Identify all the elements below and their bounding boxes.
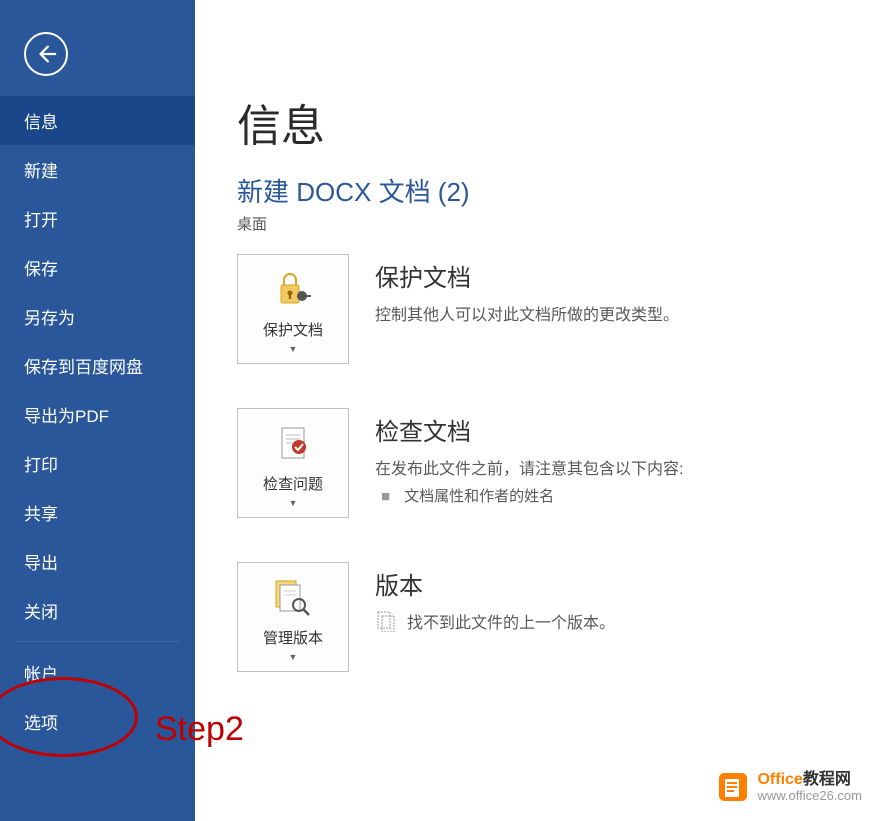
- section-title: 保护文档: [375, 258, 882, 293]
- section-list-item: ■ 文档属性和作者的姓名: [375, 485, 882, 506]
- sidebar-item-new[interactable]: 新建: [0, 145, 195, 194]
- doc-location: 桌面: [237, 213, 882, 234]
- back-button[interactable]: [24, 32, 68, 76]
- protect-document-button[interactable]: 保护文档 ▼: [237, 254, 349, 364]
- sidebar-label: 帐户: [24, 665, 58, 684]
- annotation-text: Step2: [155, 710, 244, 749]
- sidebar-item-close[interactable]: 关闭: [0, 586, 195, 635]
- chevron-down-icon: ▼: [289, 652, 298, 662]
- document-icon: [375, 610, 397, 632]
- inspect-icon: [273, 419, 313, 467]
- section-title: 检查文档: [375, 412, 882, 447]
- version-desc: 找不到此文件的上一个版本。: [407, 609, 615, 633]
- watermark-icon: [715, 769, 751, 805]
- sidebar-label: 选项: [24, 714, 58, 733]
- sidebar-item-saveas[interactable]: 另存为: [0, 292, 195, 341]
- list-text: 文档属性和作者的姓名: [404, 488, 554, 505]
- version-row: 找不到此文件的上一个版本。: [375, 609, 882, 633]
- sidebar-item-pdf[interactable]: 导出为PDF: [0, 390, 195, 439]
- section-desc: 在发布此文件之前，请注意其包含以下内容:: [375, 455, 882, 479]
- lock-icon: [273, 265, 313, 313]
- section-content: 检查文档 在发布此文件之前，请注意其包含以下内容: ■ 文档属性和作者的姓名: [375, 408, 882, 506]
- watermark: Office教程网 www.office26.com: [715, 769, 862, 805]
- section-title: 版本: [375, 566, 882, 601]
- protect-section: 保护文档 ▼ 保护文档 控制其他人可以对此文档所做的更改类型。: [237, 254, 882, 364]
- sidebar-label: 打开: [24, 211, 58, 230]
- section-content: 版本 找不到此文件的上一个版本。: [375, 562, 882, 633]
- versions-section: 管理版本 ▼ 版本 找不到此文件的上一个版本。: [237, 562, 882, 672]
- sidebar-label: 打印: [24, 456, 58, 475]
- sidebar-item-share[interactable]: 共享: [0, 488, 195, 537]
- sidebar-label: 导出: [24, 554, 58, 573]
- back-arrow-icon: [35, 43, 57, 65]
- page-title: 信息: [237, 90, 882, 154]
- sidebar-label: 保存到百度网盘: [24, 358, 143, 377]
- sidebar-label: 另存为: [24, 309, 75, 328]
- sidebar-label: 新建: [24, 162, 58, 181]
- manage-versions-button[interactable]: 管理版本 ▼: [237, 562, 349, 672]
- sidebar-item-account[interactable]: 帐户: [0, 648, 195, 697]
- chevron-down-icon: ▼: [289, 498, 298, 508]
- sidebar-label: 信息: [24, 113, 58, 132]
- section-content: 保护文档 控制其他人可以对此文档所做的更改类型。: [375, 254, 882, 331]
- versions-icon: [271, 573, 315, 621]
- sidebar-item-print[interactable]: 打印: [0, 439, 195, 488]
- sidebar-label: 共享: [24, 505, 58, 524]
- button-label: 检查问题: [263, 473, 323, 494]
- inspect-section: 检查问题 ▼ 检查文档 在发布此文件之前，请注意其包含以下内容: ■ 文档属性和作…: [237, 408, 882, 518]
- bullet-icon: ■: [381, 488, 390, 505]
- brand-orange: Office: [757, 771, 802, 788]
- sidebar-item-baidu[interactable]: 保存到百度网盘: [0, 341, 195, 390]
- sidebar-item-save[interactable]: 保存: [0, 243, 195, 292]
- brand-url: www.office26.com: [757, 789, 862, 803]
- sidebar: 信息 新建 打开 保存 另存为 保存到百度网盘 导出为PDF 打印 共享 导出 …: [0, 0, 195, 821]
- section-desc: 控制其他人可以对此文档所做的更改类型。: [375, 301, 882, 325]
- brand-black: 教程网: [803, 771, 851, 788]
- main-content: 信息 新建 DOCX 文档 (2) 桌面 保护文档 ▼ 保护文档 控制其他人可以…: [195, 0, 882, 821]
- sidebar-item-open[interactable]: 打开: [0, 194, 195, 243]
- inspect-document-button[interactable]: 检查问题 ▼: [237, 408, 349, 518]
- chevron-down-icon: ▼: [289, 344, 298, 354]
- button-label: 保护文档: [263, 319, 323, 340]
- watermark-text: Office教程网 www.office26.com: [757, 771, 862, 803]
- sidebar-label: 关闭: [24, 603, 58, 622]
- sidebar-item-info[interactable]: 信息: [0, 96, 195, 145]
- sidebar-label: 导出为PDF: [24, 407, 109, 426]
- sidebar-label: 保存: [24, 260, 58, 279]
- doc-title: 新建 DOCX 文档 (2): [237, 172, 882, 209]
- sidebar-item-export[interactable]: 导出: [0, 537, 195, 586]
- sidebar-divider: [16, 641, 179, 642]
- button-label: 管理版本: [263, 627, 323, 648]
